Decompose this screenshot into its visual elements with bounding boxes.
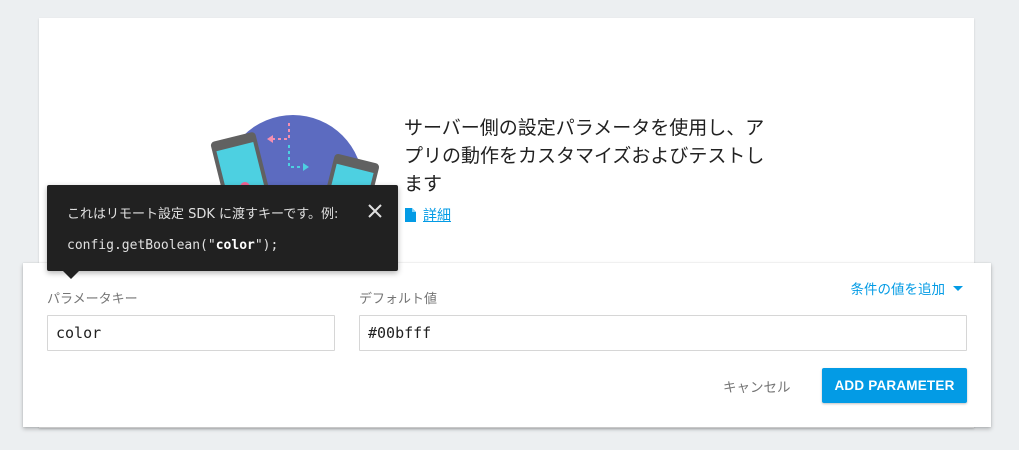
tooltip-code-example: config.getBoolean("color"); xyxy=(67,238,278,253)
tooltip-text: これはリモート設定 SDK に渡すキーです。例: xyxy=(67,207,339,222)
parameter-key-tooltip: これはリモート設定 SDK に渡すキーです。例: config.getBoole… xyxy=(47,185,398,279)
parameter-key-label: パラメータキー xyxy=(47,292,138,307)
tooltip-code-prefix: config.getBoolean(" xyxy=(67,238,216,253)
default-value-label: デフォルト値 xyxy=(359,292,438,307)
add-conditional-value-label: 条件の値を追加 xyxy=(850,282,946,298)
hero-line-3: ます xyxy=(404,173,443,195)
triangle-down-icon xyxy=(953,285,963,291)
add-conditional-value-button[interactable]: 条件の値を追加 xyxy=(850,278,963,298)
cancel-button[interactable]: キャンセル xyxy=(715,369,799,403)
document-icon xyxy=(405,208,416,222)
learn-more[interactable]: 詳細 xyxy=(404,205,451,225)
default-value-input[interactable] xyxy=(359,315,967,351)
parameter-key-input[interactable] xyxy=(47,315,335,351)
tooltip-code-suffix: "); xyxy=(254,238,279,253)
hero-description: サーバー側の設定パラメータを使用し、ア プリの動作をカスタマイズおよびテストし … xyxy=(404,114,789,198)
tooltip-code-key: color xyxy=(215,238,255,253)
learn-more-link[interactable]: 詳細 xyxy=(423,205,451,225)
close-icon[interactable] xyxy=(366,202,384,220)
add-parameter-form: パラメータキー デフォルト値 条件の値を追加 キャンセル ADD PARAMET… xyxy=(23,263,991,427)
add-parameter-button[interactable]: ADD PARAMETER xyxy=(822,368,967,403)
hero-line-2: プリの動作をカスタマイズおよびテストし xyxy=(404,145,765,167)
hero-line-1: サーバー側の設定パラメータを使用し、ア xyxy=(404,117,765,139)
